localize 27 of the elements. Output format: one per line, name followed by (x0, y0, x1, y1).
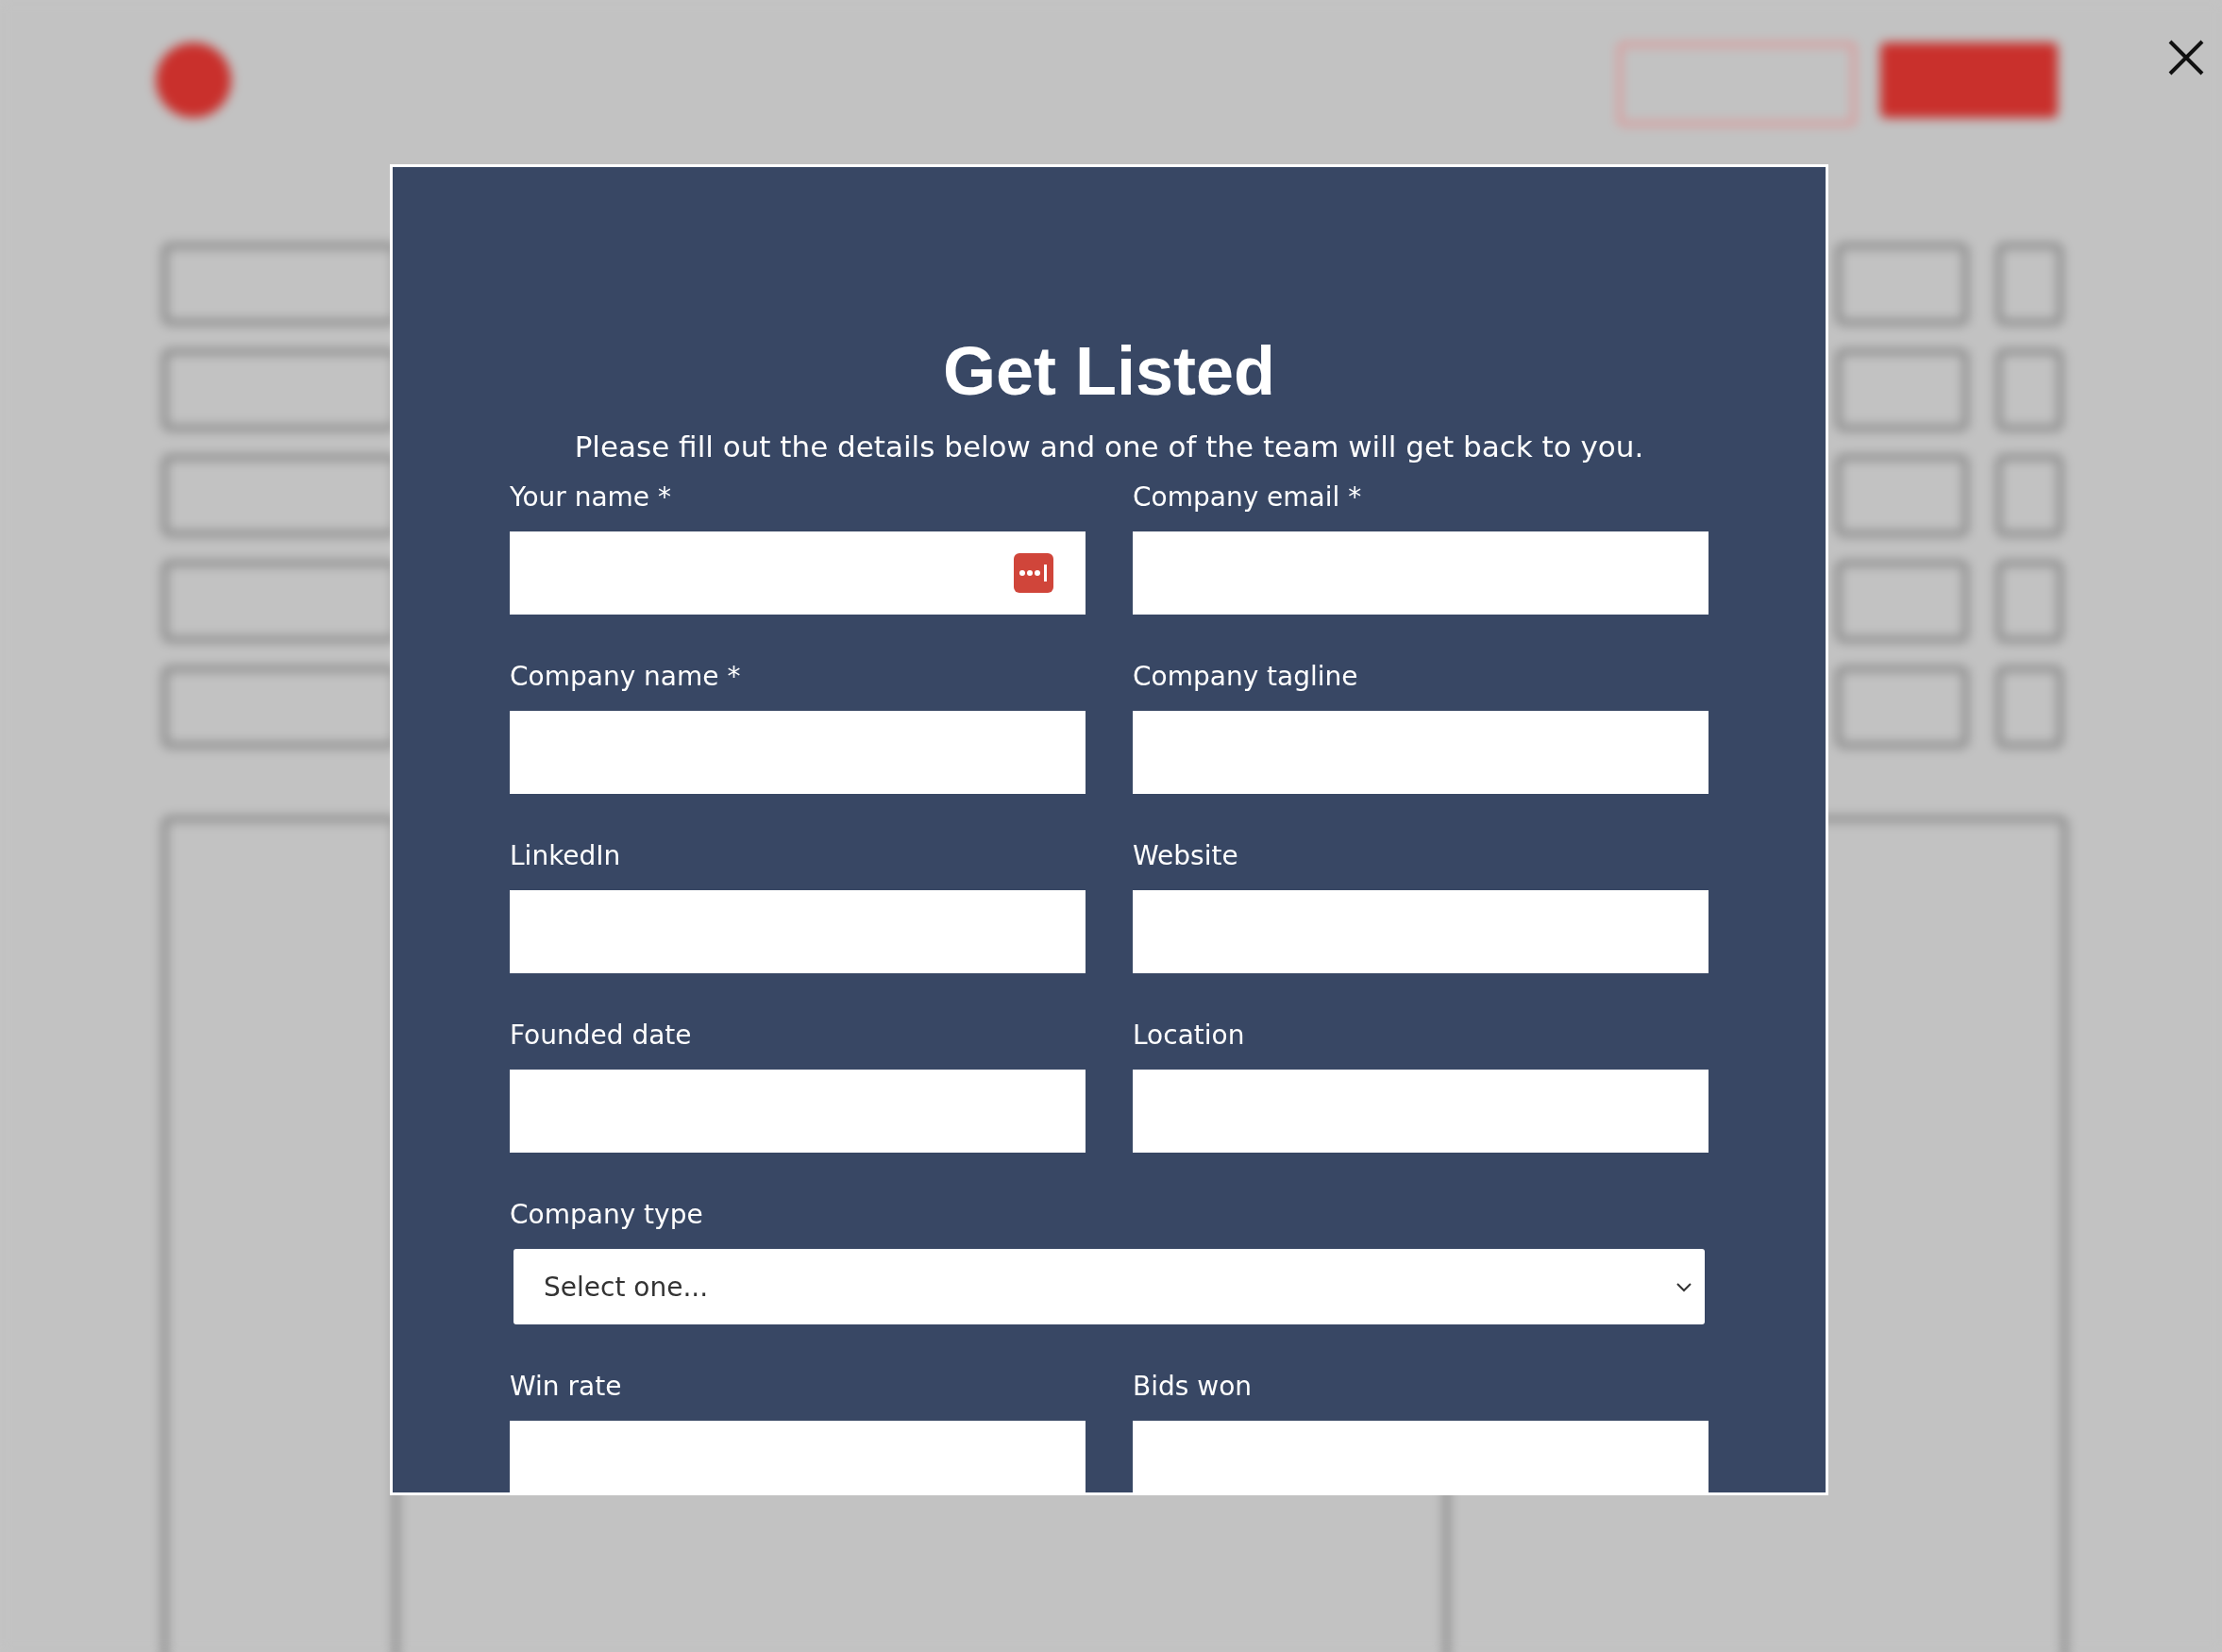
input-field[interactable] (510, 711, 1086, 794)
dialog-subtitle: Please fill out the details below and one of the team will get back to you. (574, 429, 1644, 465)
password-manager-icon[interactable] (1014, 553, 1053, 593)
dialog-title: Get Listed (942, 332, 1276, 411)
field-label: Bids won (1133, 1370, 1254, 1404)
input-field[interactable] (1133, 1070, 1709, 1153)
field-label: Company type (510, 1198, 704, 1232)
input-field[interactable] (1133, 890, 1709, 973)
close-icon[interactable] (2166, 38, 2206, 77)
select-dropdown[interactable]: Select one... (513, 1249, 1705, 1324)
input-field[interactable] (510, 1070, 1086, 1153)
field-label: Company name * (510, 660, 742, 694)
field-label: Location (1133, 1019, 1246, 1053)
input-field[interactable] (510, 890, 1086, 973)
input-field[interactable] (510, 1421, 1086, 1492)
chevron-down-icon (1675, 1280, 1693, 1293)
field-label: Your name * (510, 480, 672, 514)
field-label: Website (1133, 839, 1239, 873)
input-field[interactable] (1133, 531, 1709, 615)
field-label: Founded date (510, 1019, 693, 1053)
field-label: Company email * (1133, 480, 1363, 514)
input-field[interactable] (1133, 711, 1709, 794)
field-label: Win rate (510, 1370, 623, 1404)
field-label: Company tagline (1133, 660, 1359, 694)
input-field[interactable] (510, 531, 1086, 615)
field-label: LinkedIn (510, 839, 622, 873)
input-field[interactable] (1133, 1421, 1709, 1492)
